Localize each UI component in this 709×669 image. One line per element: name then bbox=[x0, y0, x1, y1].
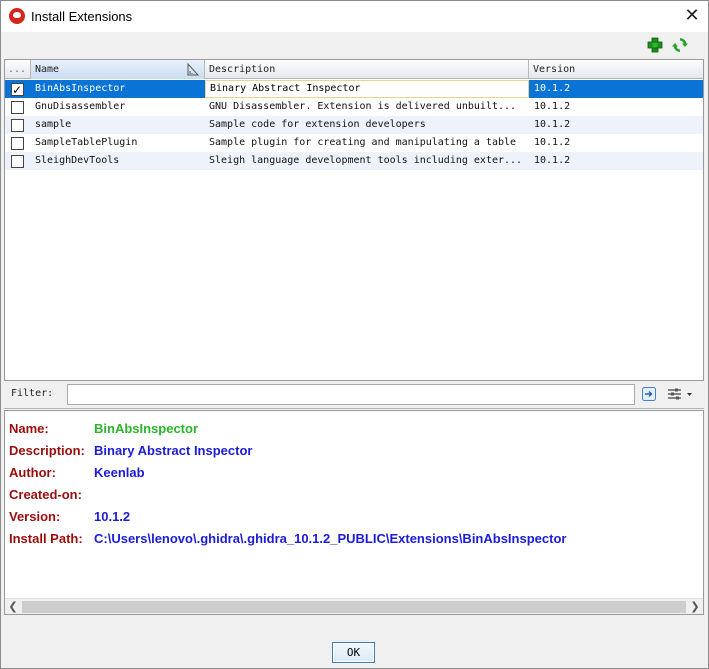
horizontal-scrollbar[interactable]: ❮ ❯ bbox=[5, 598, 703, 614]
row-checkbox-cell bbox=[5, 80, 31, 98]
filter-label: Filter: bbox=[11, 388, 54, 399]
column-header-name[interactable]: Name bbox=[31, 60, 205, 79]
detail-version-label: Version: bbox=[9, 509, 61, 524]
extension-description: Sleigh language development tools includ… bbox=[209, 155, 523, 166]
toolbar bbox=[1, 32, 708, 58]
detail-path-value: C:\Users\lenovo\.ghidra\.ghidra_10.1.2_P… bbox=[94, 531, 567, 546]
extension-name: SleighDevTools bbox=[35, 155, 120, 166]
extension-description: Sample code for extension developers bbox=[209, 119, 426, 130]
extension-name: GnuDisassembler bbox=[35, 101, 126, 112]
column-header-name-label: Name bbox=[35, 64, 60, 75]
add-extension-icon[interactable] bbox=[646, 36, 664, 54]
extension-details-panel: Name: BinAbsInspector Description: Binar… bbox=[4, 410, 704, 615]
detail-author-label: Author: bbox=[9, 465, 56, 480]
extension-version: 10.1.2 bbox=[534, 155, 571, 166]
title-bar: Install Extensions ✕ bbox=[1, 1, 708, 32]
extension-version: 10.1.2 bbox=[534, 101, 571, 112]
install-checkbox[interactable] bbox=[11, 81, 24, 98]
table-row[interactable]: BinAbsInspector Binary Abstract Inspecto… bbox=[5, 80, 703, 98]
extension-description: Binary Abstract Inspector bbox=[205, 80, 529, 98]
install-extensions-dialog: Install Extensions ✕ ... Name Descriptio… bbox=[0, 0, 709, 669]
table-row[interactable]: GnuDisassembler GNU Disassembler. Extens… bbox=[5, 98, 703, 116]
extensions-table: ... Name Description Version BinAbsInspe… bbox=[4, 59, 704, 381]
column-header-version[interactable]: Version bbox=[529, 60, 703, 79]
row-checkbox-cell bbox=[5, 116, 31, 134]
extension-name: BinAbsInspector bbox=[35, 83, 126, 94]
filter-bar: Filter: bbox=[4, 382, 704, 409]
table-row[interactable]: SleighDevTools Sleigh language developme… bbox=[5, 152, 703, 170]
install-checkbox[interactable] bbox=[11, 101, 24, 114]
filter-clear-icon[interactable] bbox=[641, 386, 657, 402]
filter-options-icon[interactable] bbox=[666, 386, 694, 402]
detail-description-value: Binary Abstract Inspector bbox=[94, 443, 253, 458]
extension-version: 10.1.2 bbox=[534, 137, 571, 148]
sort-ascending-icon bbox=[187, 63, 200, 76]
install-checkbox[interactable] bbox=[11, 137, 24, 150]
row-checkbox-cell bbox=[5, 152, 31, 170]
detail-path-label: Install Path: bbox=[9, 531, 83, 546]
install-checkbox[interactable] bbox=[11, 119, 24, 132]
column-header-select[interactable]: ... bbox=[5, 60, 31, 79]
scroll-right-arrow-icon[interactable]: ❯ bbox=[687, 599, 703, 614]
extension-name: sample bbox=[35, 119, 72, 130]
install-checkbox[interactable] bbox=[11, 155, 24, 168]
column-header-description[interactable]: Description bbox=[205, 60, 529, 79]
table-header: ... Name Description Version bbox=[5, 60, 703, 79]
table-row[interactable]: sample Sample code for extension develop… bbox=[5, 116, 703, 134]
detail-name-value: BinAbsInspector bbox=[94, 421, 199, 436]
detail-created-label: Created-on: bbox=[9, 487, 82, 502]
scroll-left-arrow-icon[interactable]: ❮ bbox=[5, 599, 21, 614]
ok-button[interactable]: OK bbox=[332, 642, 375, 663]
detail-author-value: Keenlab bbox=[94, 465, 145, 480]
detail-description-label: Description: bbox=[9, 443, 85, 458]
scrollbar-thumb[interactable] bbox=[22, 601, 686, 613]
extension-description: Sample plugin for creating and manipulat… bbox=[209, 137, 517, 148]
ghidra-logo-icon bbox=[9, 8, 25, 24]
close-button[interactable]: ✕ bbox=[679, 4, 705, 28]
row-checkbox-cell bbox=[5, 134, 31, 152]
extension-version: 10.1.2 bbox=[534, 119, 571, 130]
detail-name-label: Name: bbox=[9, 421, 49, 436]
row-checkbox-cell bbox=[5, 98, 31, 116]
extension-description: GNU Disassembler. Extension is delivered… bbox=[209, 101, 517, 112]
window-title: Install Extensions bbox=[31, 9, 133, 24]
table-row[interactable]: SampleTablePlugin Sample plugin for crea… bbox=[5, 134, 703, 152]
extension-name: SampleTablePlugin bbox=[35, 137, 138, 148]
extension-version: 10.1.2 bbox=[534, 83, 571, 94]
detail-version-value: 10.1.2 bbox=[94, 509, 131, 524]
filter-input[interactable] bbox=[67, 384, 635, 405]
refresh-icon[interactable] bbox=[671, 36, 689, 54]
